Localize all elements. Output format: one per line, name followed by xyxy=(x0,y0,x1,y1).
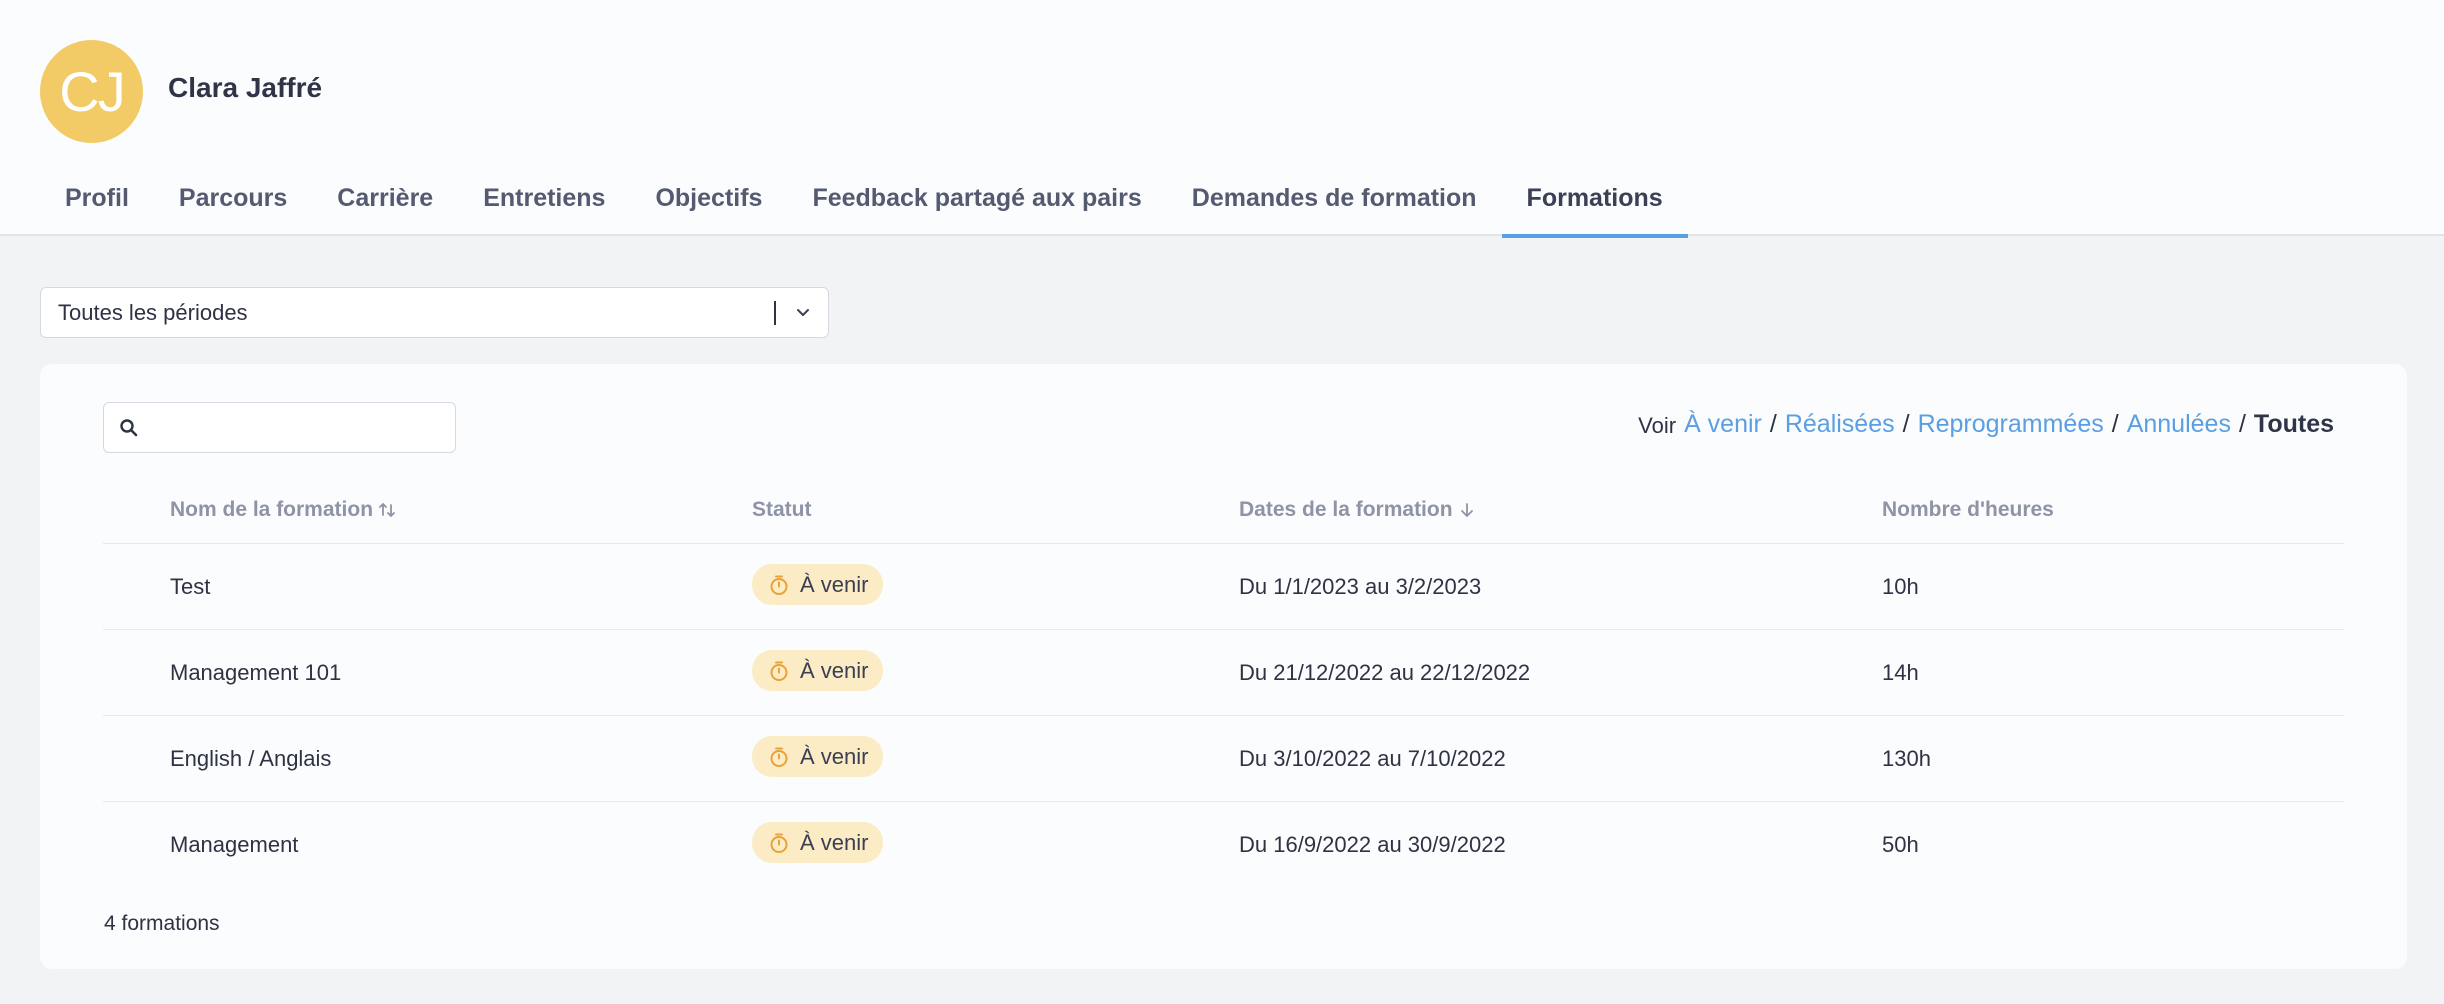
avatar-initials: CJ xyxy=(59,60,125,123)
timer-icon xyxy=(770,747,788,767)
tab-parcours[interactable]: Parcours xyxy=(154,166,312,236)
formation-dates: Du 16/9/2022 au 30/9/2022 xyxy=(1239,832,1506,857)
status-badge: À venir xyxy=(752,736,884,777)
tab-objectifs[interactable]: Objectifs xyxy=(630,166,787,236)
status-badge: À venir xyxy=(752,564,884,605)
table-row[interactable]: Test À venir Du 1/1/2023 au 3/2/2023 10h xyxy=(103,544,2344,630)
formations-card: Voir À venir / Réalisées / Reprogrammées… xyxy=(40,364,2407,969)
tab-profil[interactable]: Profil xyxy=(40,166,154,236)
period-select-value: Toutes les périodes xyxy=(58,299,248,325)
filter-realisees[interactable]: Réalisées xyxy=(1785,410,1895,439)
formation-hours: 50h xyxy=(1882,832,1919,857)
table-row[interactable]: Management À venir Du 16/9/2022 au 30/9/… xyxy=(103,802,2344,888)
avatar: CJ xyxy=(40,40,143,143)
tab-demandes-formation[interactable]: Demandes de formation xyxy=(1167,166,1502,236)
column-header-label: Nombre d'heures xyxy=(1882,498,2054,521)
formation-hours: 130h xyxy=(1882,746,1931,771)
formation-name: English / Anglais xyxy=(170,746,332,771)
status-label: À venir xyxy=(800,743,869,769)
column-header-status: Statut xyxy=(752,498,812,522)
timer-icon xyxy=(770,833,788,853)
filter-reprogrammees[interactable]: Reprogrammées xyxy=(1918,410,2104,439)
sort-icon[interactable] xyxy=(377,500,397,520)
table-row[interactable]: Management 101 À venir Du 21/12/2022 au … xyxy=(103,630,2344,716)
column-header-hours: Nombre d'heures xyxy=(1882,498,2054,522)
status-badge: À venir xyxy=(752,822,884,863)
tab-feedback[interactable]: Feedback partagé aux pairs xyxy=(787,166,1166,236)
status-label: À venir xyxy=(800,571,869,597)
timer-icon xyxy=(770,575,788,595)
status-label: À venir xyxy=(800,829,869,855)
column-header-label: Nom de la formation xyxy=(170,498,374,521)
status-badge: À venir xyxy=(752,650,884,691)
formation-name: Management xyxy=(170,832,299,857)
column-header-label: Statut xyxy=(752,498,812,521)
table-header: Nom de la formation Statut Dates de la f… xyxy=(103,482,2344,544)
profile-tabs: Profil Parcours Carrière Entretiens Obje… xyxy=(40,166,1688,238)
filter-toutes[interactable]: Toutes xyxy=(2254,410,2334,439)
filter-separator: / xyxy=(2111,410,2119,438)
column-header-dates[interactable]: Dates de la formation xyxy=(1239,498,1477,522)
timer-icon xyxy=(770,661,788,681)
filter-separator: / xyxy=(1769,410,1777,438)
tab-formations[interactable]: Formations xyxy=(1501,166,1688,238)
column-header-name[interactable]: Nom de la formation xyxy=(170,498,397,522)
search-box xyxy=(103,402,456,453)
tab-carriere[interactable]: Carrière xyxy=(312,166,458,236)
formation-hours: 10h xyxy=(1882,574,1919,599)
search-input[interactable] xyxy=(148,411,444,445)
filter-separator: / xyxy=(2238,410,2246,438)
user-name: Clara Jaffré xyxy=(168,72,323,103)
formation-dates: Du 21/12/2022 au 22/12/2022 xyxy=(1239,660,1531,685)
arrow-down-icon[interactable] xyxy=(1457,500,1477,520)
filter-prefix: Voir xyxy=(1638,413,1677,438)
formations-count: 4 formations xyxy=(104,912,220,935)
chevron-down-icon[interactable] xyxy=(794,303,812,321)
profile-header: CJ Clara Jaffré Profil Parcours Carrière… xyxy=(0,0,2444,238)
formation-hours: 14h xyxy=(1882,660,1919,685)
formation-dates: Du 1/1/2023 au 3/2/2023 xyxy=(1239,574,1482,599)
filter-separator: / xyxy=(1902,410,1910,438)
tab-entretiens[interactable]: Entretiens xyxy=(458,166,630,236)
period-select[interactable]: Toutes les périodes xyxy=(40,287,829,338)
formation-dates: Du 3/10/2022 au 7/10/2022 xyxy=(1239,746,1506,771)
search-icon xyxy=(120,419,138,437)
status-label: À venir xyxy=(800,657,869,683)
status-filter: Voir À venir / Réalisées / Reprogrammées… xyxy=(1638,410,2334,439)
table-row[interactable]: English / Anglais À venir Du 3/10/2022 a… xyxy=(103,716,2344,802)
filter-annulees[interactable]: Annulées xyxy=(2127,410,2231,439)
select-separator xyxy=(774,301,776,325)
formation-name: Management 101 xyxy=(170,660,342,685)
filter-a-venir[interactable]: À venir xyxy=(1684,410,1762,439)
column-header-label: Dates de la formation xyxy=(1239,498,1453,521)
formation-name: Test xyxy=(170,574,211,599)
